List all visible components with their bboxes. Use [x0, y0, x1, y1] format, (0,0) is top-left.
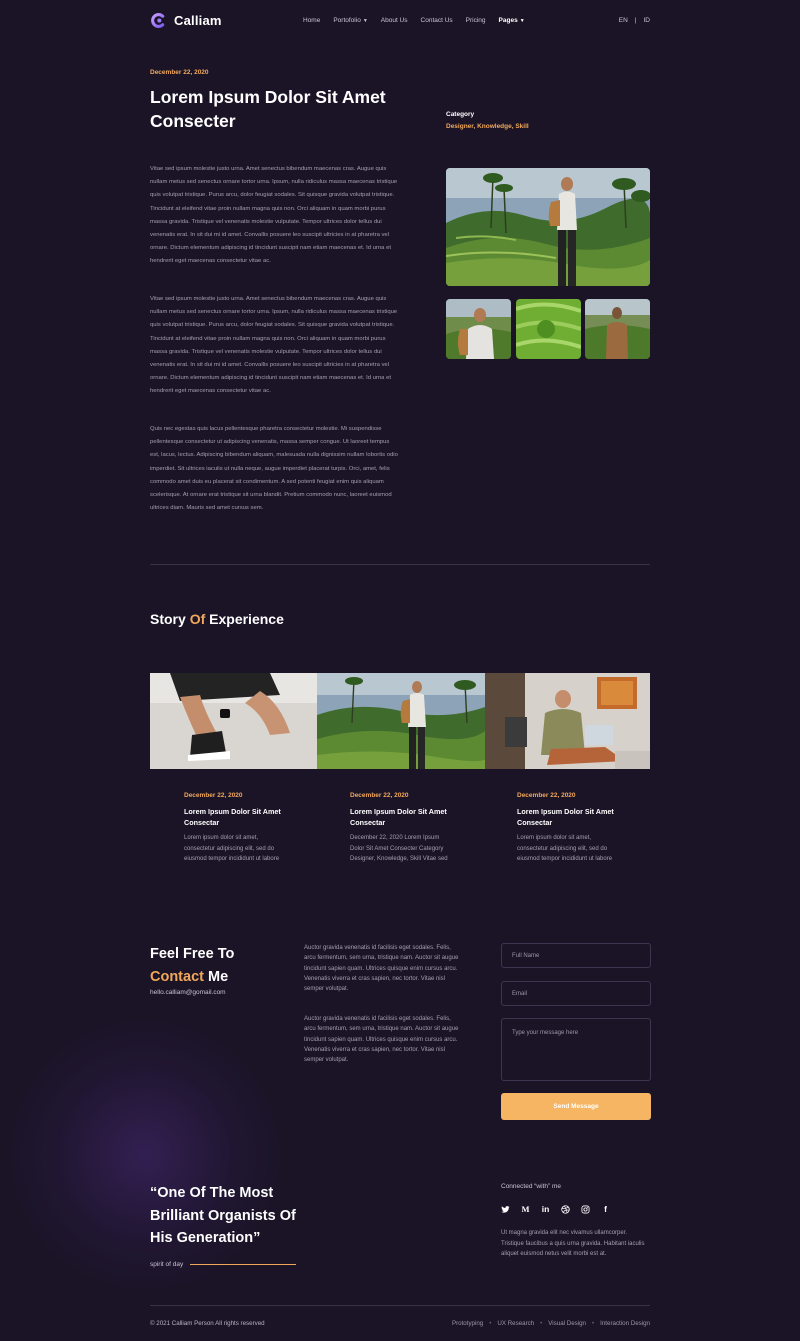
story-card-1[interactable]: December 22, 2020 Lorem Ipsum Dolor Sit … [184, 792, 284, 865]
contact-title-line-2-end: Me [208, 969, 229, 985]
story-card-title[interactable]: Lorem Ipsum Dolor Sit Amet Consectar [350, 807, 450, 828]
thumbnail-photo-2[interactable] [516, 299, 581, 359]
nav-home[interactable]: Home [303, 17, 320, 24]
thumbnail-photo-1[interactable] [446, 299, 511, 359]
chevron-down-icon: ▼ [362, 17, 368, 24]
contact-title-accent: Contact [150, 969, 204, 985]
facebook-icon[interactable]: f [601, 1204, 610, 1214]
story-card-date: December 22, 2020 [350, 792, 409, 799]
story-title-part-2: Of [189, 611, 206, 627]
logo-icon [151, 12, 165, 28]
story-card-title[interactable]: Lorem Ipsum Dolor Sit Amet Consectar [517, 807, 617, 828]
contact-email-link[interactable]: hello.calliam@gomail.com [150, 989, 226, 996]
story-card-text: December 22, 2020 Lorem Ipsum Dolor Sit … [350, 835, 448, 862]
nav-about-us[interactable]: About Us [381, 17, 408, 24]
medium-icon[interactable]: M [521, 1204, 530, 1214]
linkedin-icon[interactable]: in [541, 1204, 550, 1214]
nav-portofolio[interactable]: Portofolio ▼ [333, 17, 367, 24]
nav-pages[interactable]: Pages ▼ [499, 17, 525, 24]
nav-contact-us[interactable]: Contact Us [421, 17, 453, 24]
connected-label: Connected “with” me [501, 1183, 561, 1190]
chevron-down-icon: ▼ [519, 17, 525, 24]
lang-en[interactable]: EN [619, 17, 628, 24]
story-section-title: Story Of Experience [150, 611, 284, 627]
story-card-title[interactable]: Lorem Ipsum Dolor Sit Amet Consectar [184, 807, 284, 828]
instagram-icon[interactable] [581, 1204, 590, 1214]
send-message-button[interactable]: Send Message [501, 1093, 651, 1120]
brand-name: Calliam [174, 12, 222, 28]
story-photo-2[interactable] [317, 673, 485, 769]
lang-separator: | [634, 16, 637, 24]
story-card-text: Lorem ipsum dolor sit amet, consectetur … [184, 835, 280, 862]
category-value: Designer, Knowledge, Skill [446, 123, 529, 130]
story-card-date: December 22, 2020 [184, 792, 243, 799]
dribbble-icon[interactable] [561, 1204, 570, 1214]
section-divider [150, 564, 650, 565]
contact-title-line-1: Feel Free To [150, 946, 235, 962]
page-title: Lorem Ipsum Dolor Sit Amet Consecter [150, 87, 386, 131]
post-date: December 22, 2020 [150, 69, 209, 76]
footer-dot: • [592, 1320, 595, 1327]
body-paragraph-3: Quis nec egestas quis lacus pellentesque… [150, 426, 398, 512]
story-title-part-1: Story [150, 611, 186, 627]
body-paragraph-1: Vitae sed ipsum molestie justo urna. Ame… [150, 166, 398, 265]
footer-link-ux-research[interactable]: UX Research [497, 1320, 534, 1327]
main-photo [446, 168, 650, 286]
social-description: Ut magna gravida elit nec vivamus ullamc… [501, 1230, 645, 1257]
footer-link-prototyping[interactable]: Prototyping [452, 1320, 483, 1327]
footer-divider [150, 1305, 650, 1306]
top-nav: Calliam Home Portofolio ▼ About Us Contac… [150, 10, 650, 30]
story-card-date: December 22, 2020 [517, 792, 576, 799]
spirit-text: spirit of day [150, 1261, 184, 1268]
footer-links: Prototyping • UX Research • Visual Desig… [452, 1320, 650, 1327]
thumbnail-photo-3[interactable] [585, 299, 650, 359]
twitter-icon[interactable] [501, 1204, 510, 1214]
full-name-field[interactable]: Full Name [501, 943, 651, 968]
story-title-part-3: Experience [209, 611, 284, 627]
nav-pricing[interactable]: Pricing [466, 17, 486, 24]
category-label: Category [446, 111, 475, 118]
copyright-text: © 2021 Calliam Person All rights reserve… [150, 1320, 265, 1327]
message-field[interactable]: Type your message here [501, 1018, 651, 1081]
email-field[interactable]: Email [501, 981, 651, 1006]
spirit-caption: spirit of day [150, 1261, 297, 1268]
contact-paragraph-1: Auctor gravida venenatis id facilisis eg… [304, 945, 459, 993]
story-card-text: Lorem ipsum dolor sit amet, consectetur … [517, 835, 613, 862]
main-menu: Home Portofolio ▼ About Us Contact Us Pri… [303, 10, 525, 30]
language-switcher: EN | ID [619, 10, 650, 30]
footer-link-visual-design[interactable]: Visual Design [548, 1320, 586, 1327]
contact-section-title: Feel Free To Contact Me [150, 943, 234, 989]
nav-pages-label: Pages [498, 16, 518, 24]
social-links: M in f [501, 1204, 610, 1214]
body-paragraph-2: Vitae sed ipsum molestie justo urna. Ame… [150, 296, 398, 395]
quote-text: “One Of The Most Brilliant Organists Of … [150, 1185, 296, 1246]
story-photo-3[interactable] [485, 673, 650, 769]
contact-paragraph-2: Auctor gravida venenatis id facilisis eg… [304, 1016, 459, 1064]
lang-id[interactable]: ID [644, 17, 651, 24]
story-photo-1[interactable] [150, 673, 317, 769]
story-card-3[interactable]: December 22, 2020 Lorem Ipsum Dolor Sit … [517, 792, 617, 865]
spirit-underline [190, 1263, 297, 1266]
page: Calliam Home Portofolio ▼ About Us Contac… [150, 0, 651, 1341]
logo[interactable]: Calliam [150, 10, 222, 30]
story-photo-strip [150, 673, 650, 769]
footer-link-interaction-design[interactable]: Interaction Design [600, 1320, 650, 1327]
nav-portofolio-label: Portofolio [333, 16, 361, 24]
footer-dot: • [540, 1320, 543, 1327]
story-card-2[interactable]: December 22, 2020 Lorem Ipsum Dolor Sit … [350, 792, 450, 865]
footer-dot: • [489, 1320, 492, 1327]
